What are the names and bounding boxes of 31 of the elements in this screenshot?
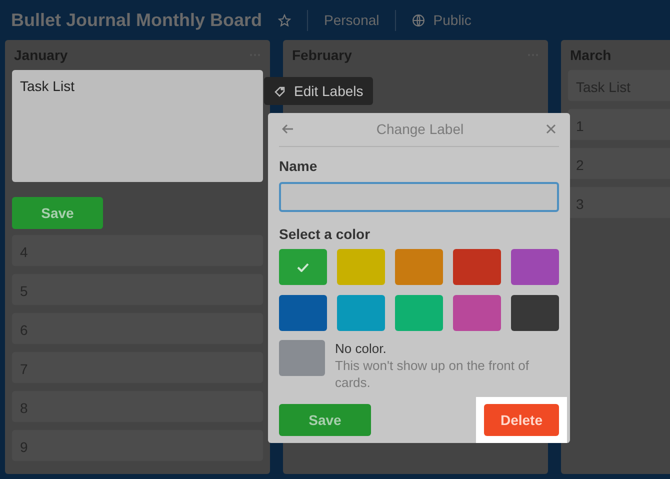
color-swatch[interactable] (337, 295, 385, 331)
no-color-swatch[interactable] (279, 340, 325, 376)
no-color-note: This won't show up on the front of cards. (335, 357, 530, 391)
color-swatch[interactable] (337, 249, 385, 285)
field-label: Name (279, 156, 318, 176)
color-swatch[interactable] (453, 249, 501, 285)
star-icon[interactable] (278, 14, 292, 26)
popup-title: Change Label (376, 120, 464, 139)
card-editor[interactable]: Task List (12, 70, 263, 182)
no-color-label: No color. (335, 340, 388, 357)
back-arrow-icon[interactable] (282, 124, 294, 134)
color-swatch[interactable] (511, 249, 559, 285)
save-button[interactable]: Save (12, 197, 103, 229)
color-swatch[interactable] (279, 249, 327, 285)
color-swatch[interactable] (279, 295, 327, 331)
color-swatch[interactable] (511, 295, 559, 331)
close-icon[interactable] (546, 124, 556, 134)
delete-button[interactable]: Delete (484, 404, 559, 436)
save-button[interactable]: Save (279, 404, 371, 436)
name-field[interactable] (279, 182, 559, 212)
color-swatch[interactable] (453, 295, 501, 331)
visibility-link[interactable]: Public (433, 10, 472, 30)
team-link[interactable]: Personal (307, 10, 380, 30)
check-icon (297, 262, 309, 272)
color-swatch[interactable] (395, 249, 443, 285)
board-title[interactable]: Bullet Journal Monthly Board (11, 6, 262, 34)
globe-icon (412, 14, 426, 26)
edit-labels-button[interactable]: Edit Labels (264, 77, 374, 105)
field-label: Select a color (279, 225, 372, 244)
color-swatch[interactable] (395, 295, 443, 331)
tag-icon (274, 85, 286, 97)
